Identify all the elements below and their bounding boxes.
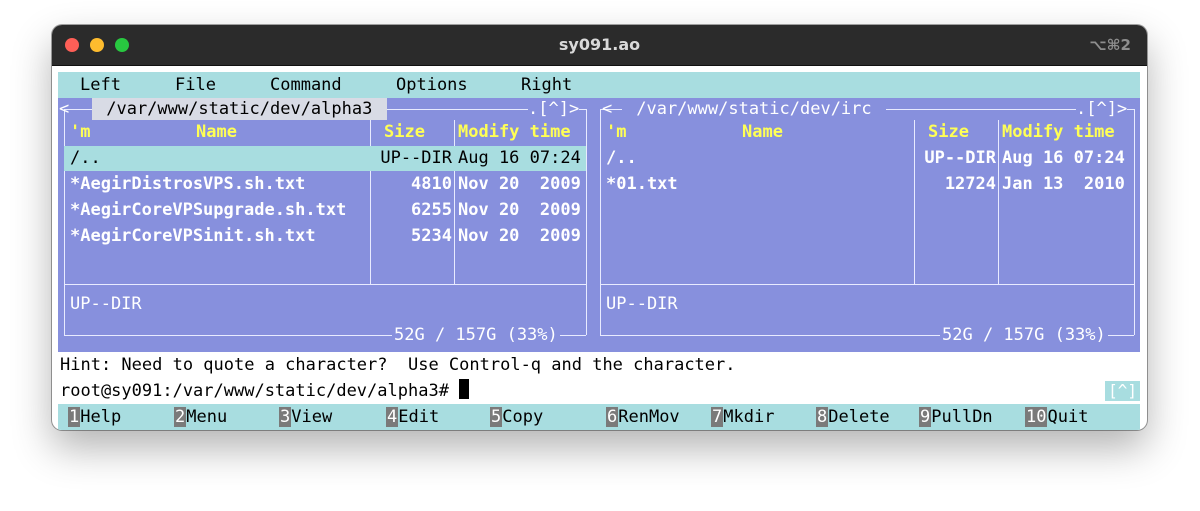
col-modify-time[interactable]: Modify time [1002,120,1115,144]
left-panel-corner[interactable]: .[^]> [528,98,580,120]
file-row-time[interactable]: Jan 13 2010 [1002,171,1125,197]
col-name[interactable]: Name [196,120,237,144]
f8-delete-key[interactable]: 8Delete [816,404,890,430]
left-panel-disk-usage: 52G / 157G (33%) [392,324,560,346]
menu-command[interactable]: Command [270,72,342,98]
file-row-size[interactable]: 6255 [372,197,452,223]
file-row-time[interactable]: Aug 16 07:24 [458,145,581,171]
file-row-name[interactable]: /.. [606,145,637,171]
file-row-name[interactable]: /.. [70,145,101,171]
text-cursor [459,379,470,399]
col-name[interactable]: Name [742,120,783,144]
hint-line: Hint: Need to quote a character? Use Con… [60,355,736,375]
terminal-content[interactable]: Left File Command Options Right < /var/w… [58,72,1140,430]
f1-help-key[interactable]: 1Help [68,404,121,430]
file-row-name[interactable]: *AegirCoreVPSinit.sh.txt [70,223,316,249]
mc-menu-bar: Left File Command Options Right [58,72,1140,98]
right-panel-path[interactable]: /var/www/static/dev/irc [622,98,886,120]
right-panel-corner[interactable]: .[^]> [1076,98,1128,120]
menu-right[interactable]: Right [521,72,572,98]
f6-renmov-key[interactable]: 6RenMov [606,404,680,430]
menu-file[interactable]: File [175,72,216,98]
f3-view-key[interactable]: 3View [279,404,332,430]
right-file-panel[interactable]: < /var/www/static/dev/irc .[^]> 'm Name … [592,98,1140,352]
function-key-bar: 1Help 2Menu 3View 4Edit 5Copy 6RenMov 7M… [58,404,1140,430]
col-size[interactable]: Size [384,120,425,144]
right-panel-status: UP--DIR [606,294,678,314]
title-bar: sy091.ao ⌥⌘2 [52,25,1147,66]
col-size[interactable]: Size [928,120,969,144]
file-row-time[interactable]: Aug 16 07:24 [1002,145,1125,171]
window-title: sy091.ao [558,35,641,54]
window-shortcut: ⌥⌘2 [1089,36,1131,54]
file-row-name[interactable]: *AegirCoreVPSupgrade.sh.txt [70,197,346,223]
panel-prev-arrow[interactable]: < [602,98,612,120]
f5-copy-key[interactable]: 5Copy [490,404,543,430]
file-row-size[interactable]: 5234 [372,223,452,249]
terminal-window: sy091.ao ⌥⌘2 Left File Command Options R… [52,25,1147,430]
f10-quit-key[interactable]: 10Quit [1025,404,1088,430]
col-sort[interactable]: 'm [606,120,626,144]
file-row-time[interactable]: Nov 20 2009 [458,197,581,223]
file-row-name[interactable]: *01.txt [606,171,678,197]
f7-mkdir-key[interactable]: 7Mkdir [711,404,774,430]
file-row-name[interactable]: *AegirDistrosVPS.sh.txt [70,171,305,197]
subshell-button[interactable]: [^] [1105,381,1140,401]
right-panel-disk-usage: 52G / 157G (33%) [940,324,1108,346]
left-file-panel[interactable]: < /var/www/static/dev/alpha3 .[^]> 'm Na… [58,98,592,352]
menu-options[interactable]: Options [396,72,468,98]
panel-prev-arrow[interactable]: < [59,98,69,120]
left-panel-status: UP--DIR [70,294,142,314]
menu-left[interactable]: Left [80,72,121,98]
command-line[interactable]: root@sy091:/var/www/static/dev/alpha3# [58,378,1142,404]
f2-menu-key[interactable]: 2Menu [174,404,227,430]
left-panel-path[interactable]: /var/www/static/dev/alpha3 [92,98,387,120]
f4-edit-key[interactable]: 4Edit [386,404,439,430]
col-sort[interactable]: 'm [70,120,90,144]
col-modify-time[interactable]: Modify time [458,120,571,144]
f9-pulldn-key[interactable]: 9PullDn [919,404,993,430]
file-row-size[interactable]: 4810 [372,171,452,197]
file-row-size[interactable]: UP--DIR [372,145,452,171]
file-row-size[interactable]: UP--DIR [916,145,996,171]
shell-prompt: root@sy091:/var/www/static/dev/alpha3# [60,381,460,401]
file-row-size[interactable]: 12724 [916,171,996,197]
file-row-time[interactable]: Nov 20 2009 [458,223,581,249]
file-row-time[interactable]: Nov 20 2009 [458,171,581,197]
